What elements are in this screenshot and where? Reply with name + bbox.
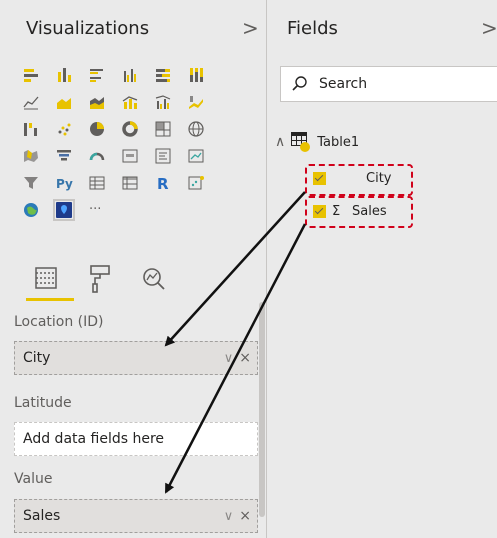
arcgis-map-icon[interactable] xyxy=(22,201,40,219)
r-visual-icon[interactable]: R xyxy=(154,174,172,192)
location-well-label: Location (ID) xyxy=(14,314,104,330)
latitude-well-placeholder: Add data fields here xyxy=(23,431,165,447)
table-node[interactable]: ∧ Table1 xyxy=(275,132,359,152)
multi-row-card-icon[interactable] xyxy=(154,147,172,165)
card-icon[interactable] xyxy=(121,147,139,165)
ribbon-chart-icon[interactable] xyxy=(187,93,205,111)
latitude-well-label: Latitude xyxy=(14,395,72,411)
area-chart-icon[interactable] xyxy=(55,93,73,111)
line-and-stacked-column-chart-icon[interactable] xyxy=(121,93,139,111)
collapse-fields-button[interactable]: > xyxy=(481,16,497,40)
active-tab-indicator xyxy=(26,298,74,301)
pie-chart-icon[interactable] xyxy=(88,120,106,138)
location-well[interactable]: City ∨ × xyxy=(14,341,258,375)
remove-field-icon[interactable]: × xyxy=(239,350,251,366)
visualizations-pane: Visualizations > Py R ··· Location (ID) Ci… xyxy=(0,0,267,538)
more-visuals-icon[interactable]: ··· xyxy=(88,201,106,219)
search-placeholder: Search xyxy=(319,76,368,92)
city-highlight-box xyxy=(305,164,413,196)
azure-map-icon[interactable] xyxy=(53,199,75,221)
chevron-down-icon[interactable]: ∨ xyxy=(224,509,234,524)
svg-text:R: R xyxy=(157,175,169,192)
python-visual-icon[interactable]: Py xyxy=(55,174,73,192)
location-well-value: City xyxy=(23,350,51,366)
matrix-icon[interactable] xyxy=(121,174,139,192)
stacked-area-chart-icon[interactable] xyxy=(88,93,106,111)
fields-pane: Fields > Search ∧ Table1 City Σ Sales xyxy=(267,0,497,538)
format-tab-icon[interactable] xyxy=(82,262,118,296)
svg-text:···: ··· xyxy=(89,202,101,217)
waterfall-chart-icon[interactable] xyxy=(22,120,40,138)
analytics-tab-icon[interactable] xyxy=(136,262,172,296)
pane-scrollbar[interactable] xyxy=(259,302,265,517)
search-icon xyxy=(292,76,307,91)
map-icon[interactable] xyxy=(187,120,205,138)
kpi-icon[interactable] xyxy=(187,147,205,165)
value-well-value: Sales xyxy=(23,508,61,524)
chevron-down-icon[interactable]: ∨ xyxy=(224,351,234,366)
100-stacked-column-chart-icon[interactable] xyxy=(187,66,205,84)
latitude-well[interactable]: Add data fields here xyxy=(14,422,258,456)
remove-field-icon[interactable]: × xyxy=(239,508,251,524)
fields-tab-icon[interactable] xyxy=(28,262,64,296)
stacked-column-chart-icon[interactable] xyxy=(55,66,73,84)
slicer-icon[interactable] xyxy=(22,174,40,192)
sales-highlight-box xyxy=(305,196,413,228)
stacked-bar-chart-icon[interactable] xyxy=(22,66,40,84)
value-well[interactable]: Sales ∨ × xyxy=(14,499,258,533)
collapse-visualizations-button[interactable]: > xyxy=(242,16,259,40)
donut-chart-icon[interactable] xyxy=(121,120,139,138)
visualizations-title: Visualizations xyxy=(26,18,150,39)
value-well-label: Value xyxy=(14,471,53,487)
fields-title: Fields xyxy=(287,18,338,39)
table-icon[interactable] xyxy=(88,174,106,192)
line-chart-icon[interactable] xyxy=(22,93,40,111)
table-icon xyxy=(291,132,311,152)
funnel-icon[interactable] xyxy=(55,147,73,165)
treemap-icon[interactable] xyxy=(154,120,172,138)
100-stacked-bar-chart-icon[interactable] xyxy=(154,66,172,84)
filled-map-icon[interactable] xyxy=(22,147,40,165)
scatter-chart-icon[interactable] xyxy=(55,120,73,138)
expand-table-icon[interactable]: ∧ xyxy=(275,134,285,150)
key-influencers-icon[interactable] xyxy=(187,174,205,192)
pane-tabs xyxy=(24,262,214,302)
table-name: Table1 xyxy=(317,134,360,150)
search-input[interactable]: Search xyxy=(280,66,497,102)
gauge-icon[interactable] xyxy=(88,147,106,165)
svg-text:Py: Py xyxy=(56,177,73,191)
clustered-bar-chart-icon[interactable] xyxy=(88,66,106,84)
clustered-column-chart-icon[interactable] xyxy=(121,66,139,84)
line-and-clustered-column-chart-icon[interactable] xyxy=(154,93,172,111)
